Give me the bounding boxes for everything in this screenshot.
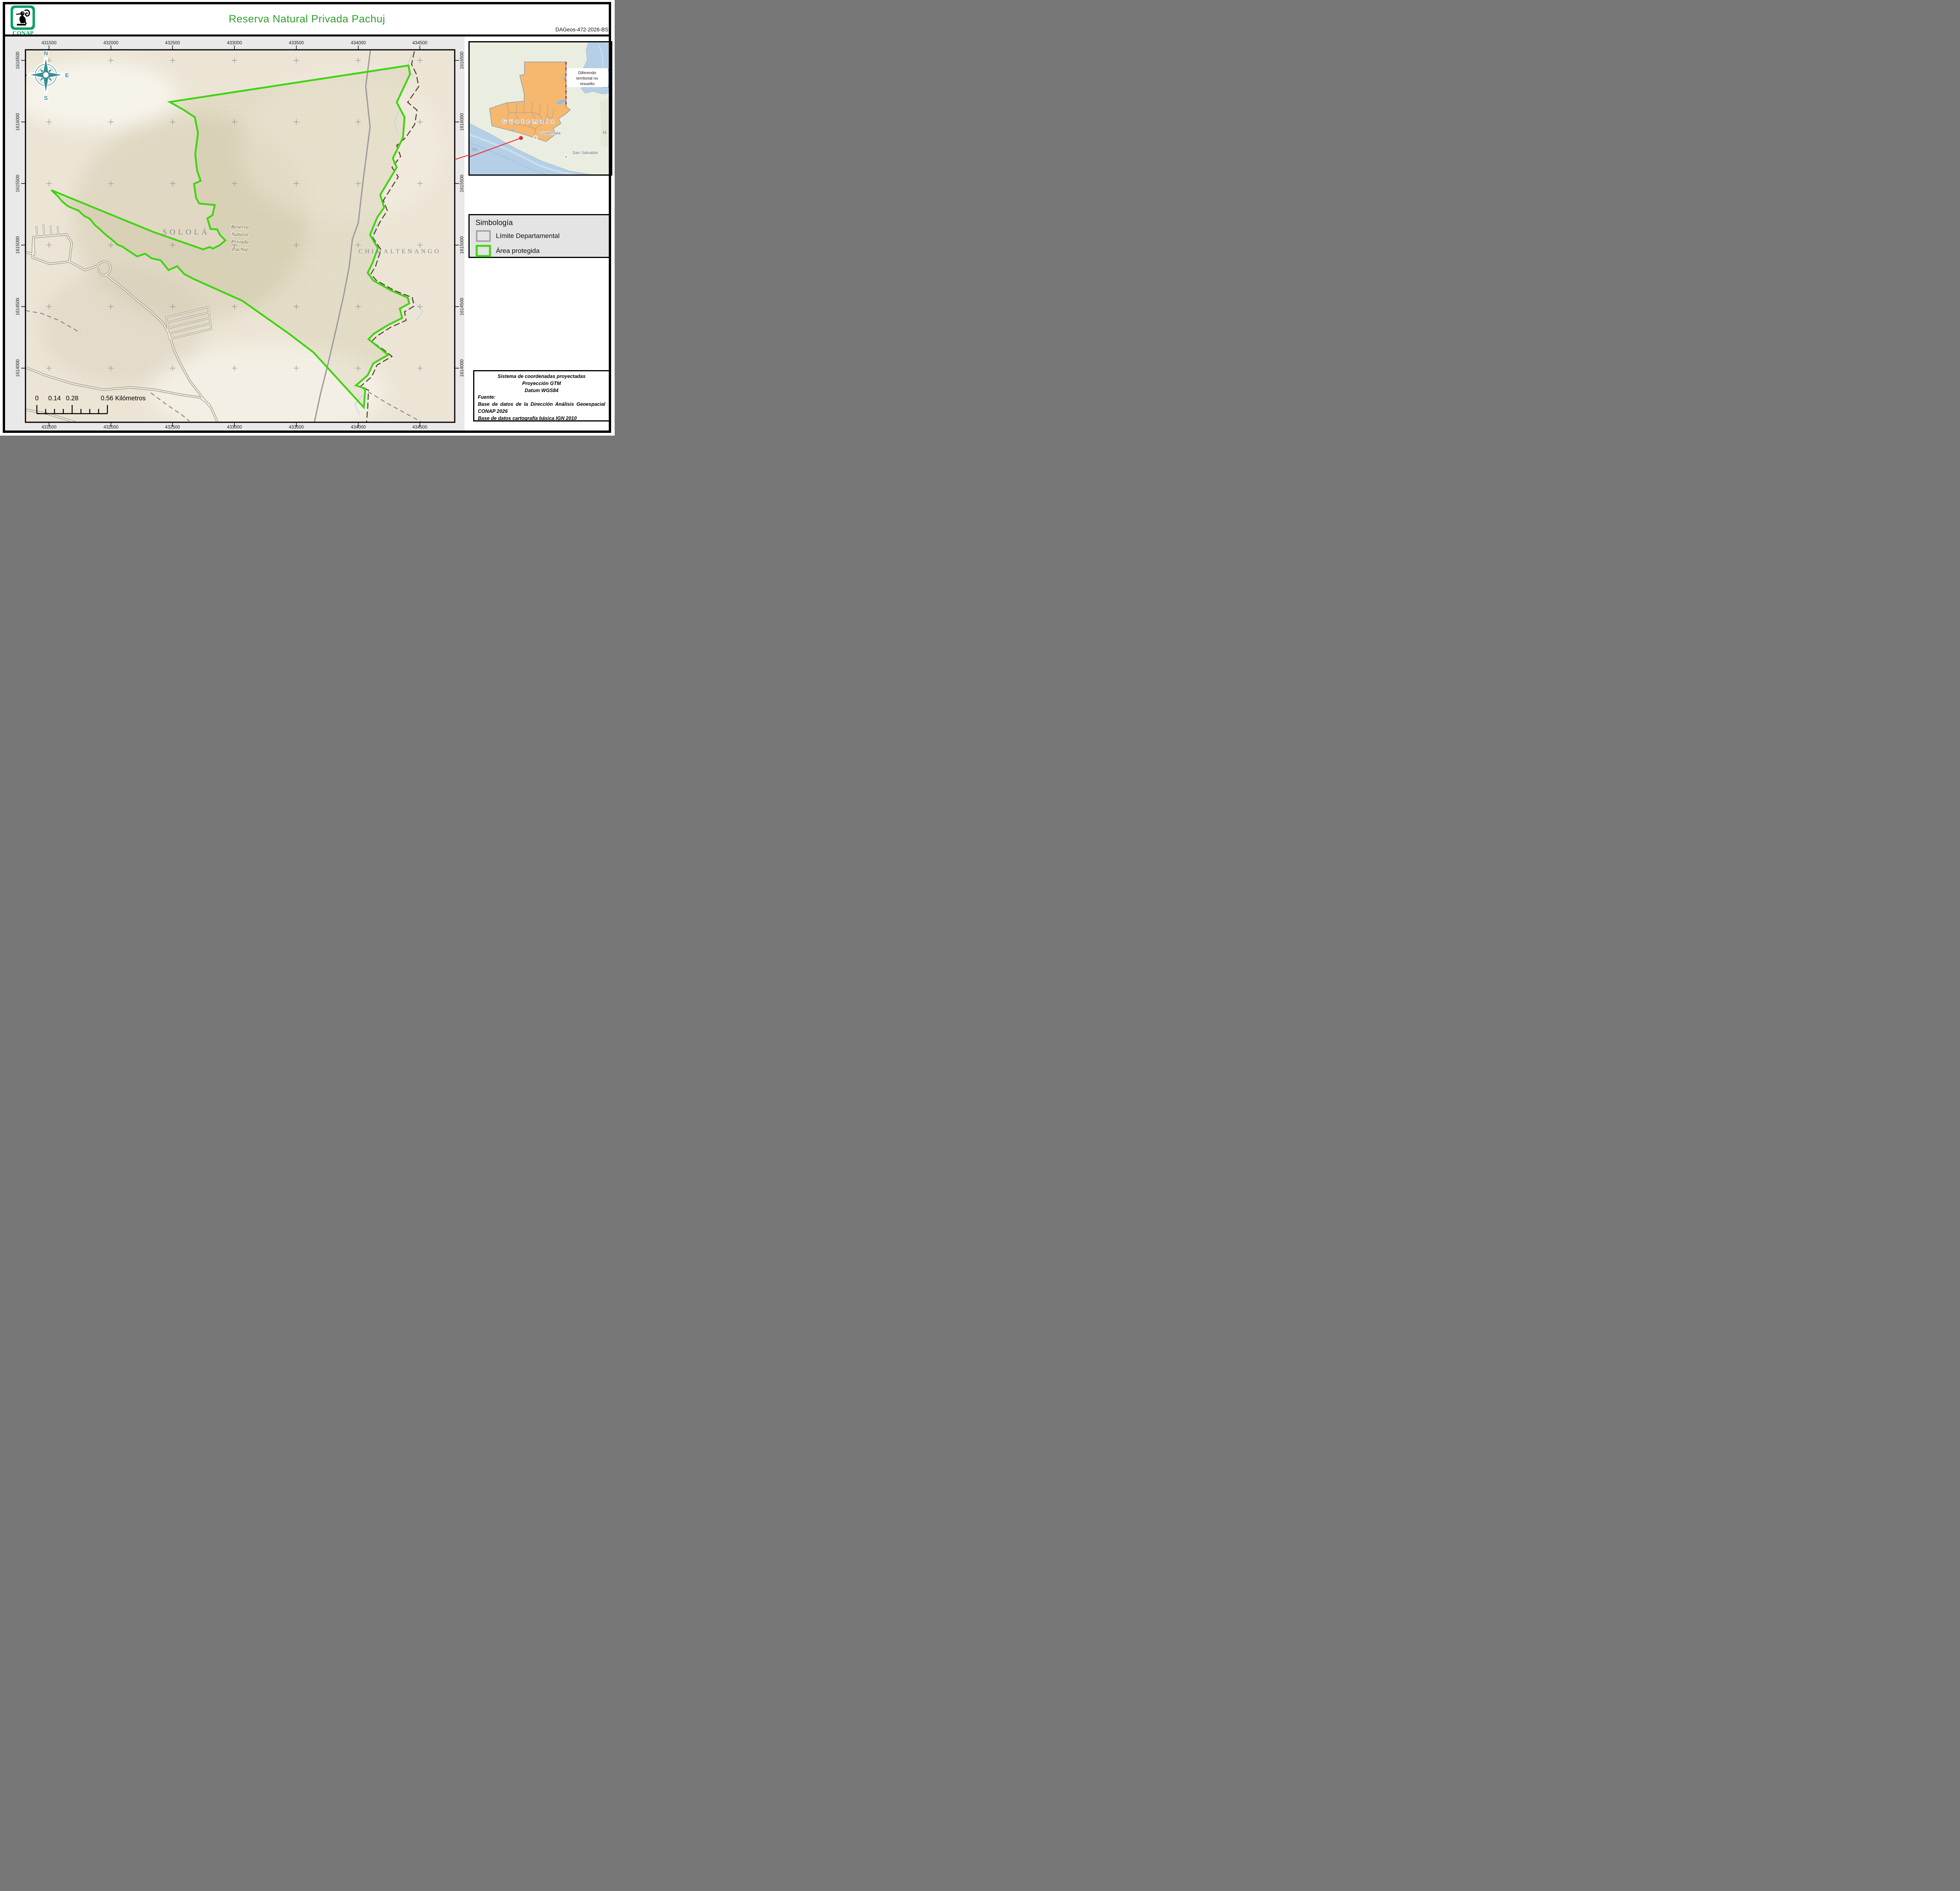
map-canvas: SOLOLÁ CHIMALTENANGO Reserva Natural Pri… <box>22 50 455 422</box>
header: CONAP Reserva Natural Privada Pachuj DAG… <box>5 4 608 36</box>
compass-e: E <box>65 72 69 79</box>
y-label-left: 1616000 <box>16 113 20 131</box>
label-chimaltenango: CHIMALTENANGO <box>359 248 441 255</box>
legend-label: Límite Departamental <box>496 232 560 240</box>
inset-connector-line <box>454 154 470 160</box>
svg-text:Natural: Natural <box>231 232 249 238</box>
x-label-top: 433500 <box>289 41 304 45</box>
svg-text:Pachuj: Pachuj <box>232 247 248 252</box>
compass-n: N <box>44 50 48 57</box>
scale-014: 0.14 <box>48 395 61 402</box>
inset-note-line: Diferendo <box>578 71 596 75</box>
info-source-1: Base de datos de la Dirección Análisis G… <box>478 401 605 414</box>
label-solola: SOLOLÁ <box>163 227 210 236</box>
y-label-right: 1615000 <box>460 236 465 254</box>
legend-swatch-dept <box>476 230 491 242</box>
legend-swatch-protected <box>475 245 491 257</box>
y-label-left: 1614000 <box>16 360 20 377</box>
source-info-box: Sistema de coordenadas proyectadas Proye… <box>473 370 610 421</box>
legend-item-area-protegida: Área protegida <box>475 245 609 257</box>
y-label-left: 1615000 <box>16 236 20 254</box>
inset-note-line: territorial no <box>576 76 598 81</box>
x-label-bottom: 433500 <box>289 425 304 430</box>
svg-text:Reserva: Reserva <box>230 224 249 230</box>
legend-label: Área protegida <box>496 247 540 254</box>
y-label-right: 1616500 <box>460 52 465 69</box>
header-divider <box>5 35 609 36</box>
inset-city-dot-sansalvador <box>564 155 568 159</box>
inset-city-dot-guatemala <box>533 135 538 140</box>
y-label-right: 1614000 <box>460 360 465 377</box>
compass-s: S <box>44 95 48 102</box>
x-label-top: 434000 <box>351 41 366 45</box>
y-label-right: 1614500 <box>460 298 465 316</box>
inset-map-svg: G u a t e m a l a Guatemala San Salvador… <box>465 42 615 184</box>
main-map: SOLOLÁ CHIMALTENANGO Reserva Natural Pri… <box>16 41 465 430</box>
inset-lake-atitlan <box>512 129 514 131</box>
map-document-page: CONAP Reserva Natural Privada Pachuj DAG… <box>0 0 615 436</box>
inset-reserve-dot <box>519 136 523 140</box>
svg-text:Privada: Privada <box>230 239 249 245</box>
info-source-heading: Fuente: <box>478 394 496 400</box>
legend-item-limite: Límite Departamental <box>475 230 609 242</box>
scale-0: 0 <box>35 395 38 402</box>
scale-056: 0.56 Kilómetros <box>101 395 146 402</box>
info-source-2: Base de datos cartografía básica IGN 201… <box>478 415 577 421</box>
y-label-left: 1615500 <box>16 175 20 193</box>
compass-o: O <box>22 72 27 79</box>
inset-note-box: Diferendo territorial no resuelto <box>566 68 608 87</box>
info-crs-line: Sistema de coordenadas proyectadas <box>497 374 586 379</box>
info-projection-line: Proyección GTM <box>522 380 561 386</box>
info-datum-line: Datum WGS84 <box>524 387 559 393</box>
x-label-bottom: 434000 <box>351 425 366 430</box>
y-label-right: 1616000 <box>460 113 465 131</box>
y-label-left: 1616500 <box>16 52 20 69</box>
x-label-bottom: 433000 <box>227 425 242 430</box>
y-label-right: 1615500 <box>460 175 465 193</box>
inset-note-line: resuelto <box>580 82 595 86</box>
x-label-bottom: 432000 <box>103 425 118 430</box>
x-label-top: 432500 <box>165 41 180 45</box>
x-label-bottom: 432500 <box>165 425 180 430</box>
page-title: Reserva Natural Privada Pachuj <box>229 13 385 25</box>
inset-locator-map: G u a t e m a l a Guatemala San Salvador… <box>465 41 615 184</box>
y-label-left: 1614500 <box>16 298 20 316</box>
scale-028: 0.28 <box>66 395 78 402</box>
document-code: DAGeos-472-2026-BS <box>555 27 608 33</box>
x-label-bottom: 431500 <box>42 425 56 430</box>
x-label-top: 434500 <box>412 41 427 45</box>
inset-road-number: 721 <box>471 147 478 152</box>
legend-title: Simbología <box>475 219 513 227</box>
inset-country-label: G u a t e m a l a <box>502 118 554 124</box>
inset-honduras-partial: H o <box>603 130 611 135</box>
x-label-bottom: 434500 <box>412 425 427 430</box>
x-label-top: 433000 <box>227 41 242 45</box>
x-label-top: 431500 <box>42 41 56 45</box>
inset-city2-label: San Salvador <box>572 151 598 155</box>
map-block: SOLOLÁ CHIMALTENANGO Reserva Natural Pri… <box>5 36 465 431</box>
legend: Simbología Límite Departamental Área pro… <box>468 214 610 258</box>
x-label-top: 432000 <box>103 41 118 45</box>
inset-city-label: Guatemala <box>539 131 561 136</box>
